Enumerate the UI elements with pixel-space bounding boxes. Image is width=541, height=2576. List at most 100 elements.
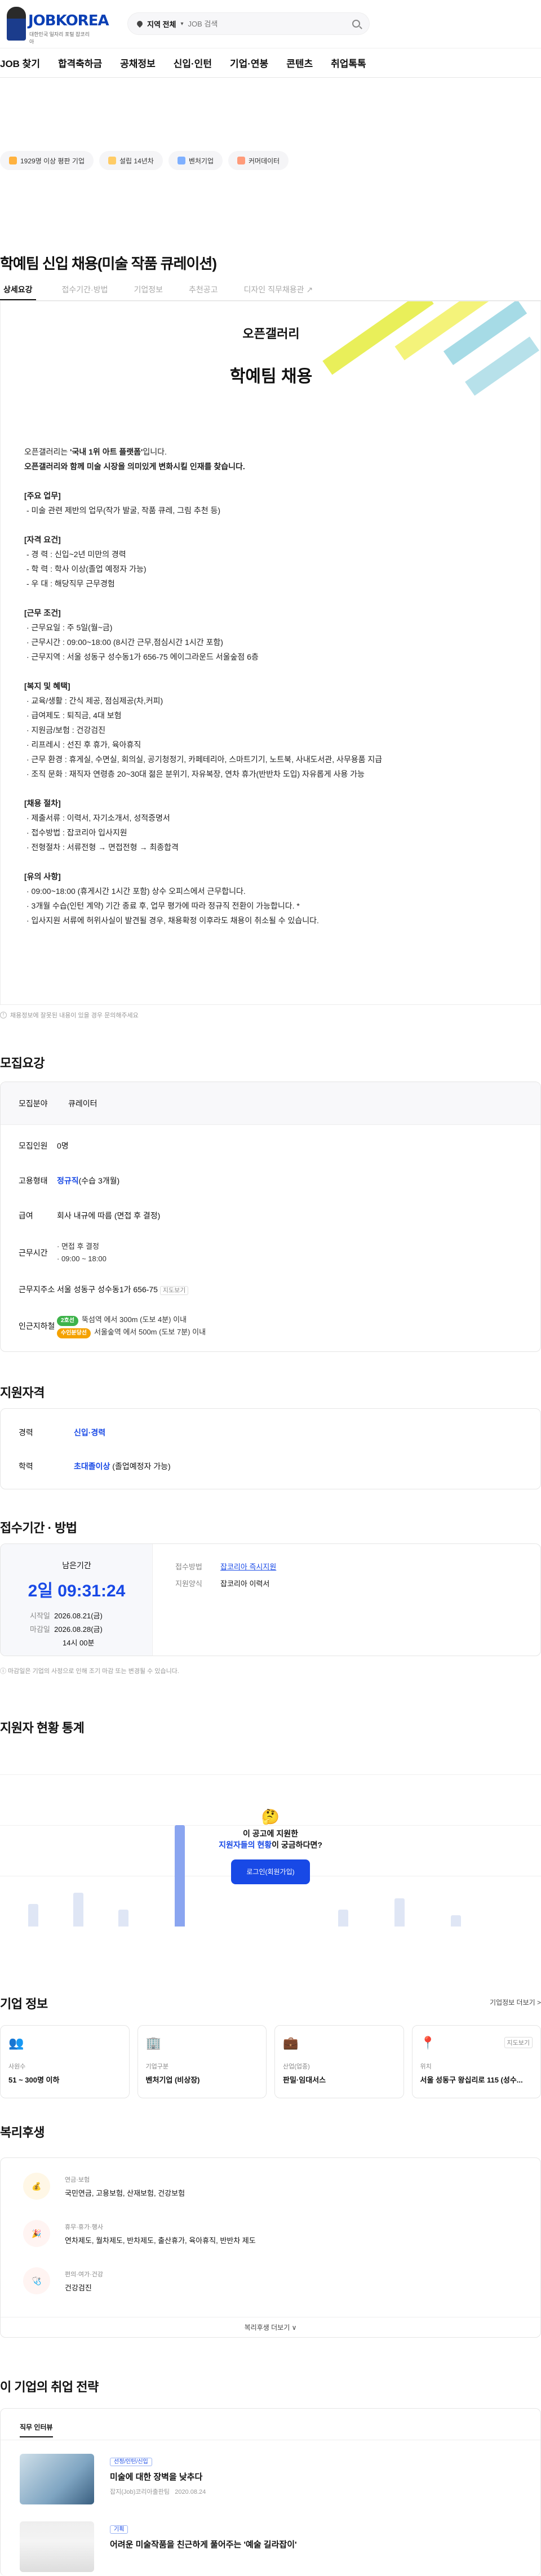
- thinking-face-icon: 🤔: [261, 1808, 280, 1825]
- nav-item-company-salary[interactable]: 기업·연봉: [221, 56, 277, 70]
- map-link[interactable]: 지도보기: [504, 2037, 533, 2048]
- external-link-icon: ↗: [306, 285, 313, 294]
- venture-icon: [177, 157, 185, 164]
- qual-row-exp: 경력 신입·경력: [19, 1428, 106, 1437]
- qual-row-edu: 학력 초대졸이상 (졸업예정자 가능): [19, 1462, 171, 1471]
- search-bar: 지역 전체 ▾: [127, 12, 370, 35]
- nav-item-talk[interactable]: 취업톡톡: [322, 56, 375, 70]
- section-title-stats: 지원자 현황 통계: [0, 1721, 85, 1735]
- job-detail-poster: 오픈갤러리 학예팀 채용 오픈갤러리는 '국내 1위 아트 플랫폼'입니다. 오…: [0, 301, 541, 1005]
- summary-row-pay: 급여 회사 내규에 따름 (면접 후 결정): [19, 1211, 161, 1220]
- data-icon: [237, 157, 245, 164]
- nav-item-congrats-bonus[interactable]: 합격축하금: [49, 56, 111, 70]
- blurred-bar: [118, 1910, 128, 1927]
- logo-person-image: [7, 7, 26, 41]
- blurred-bar: [394, 1898, 405, 1927]
- summary-row-time: 근무시간 · 면접 후 결정 · 09:00 ~ 18:00: [19, 1242, 107, 1263]
- main-nav: JOB 찾기 합격축하금 공채정보 신입·인턴 기업·연봉 콘텐츠 취업톡톡: [0, 48, 541, 78]
- nav-item-job-search[interactable]: JOB 찾기: [0, 56, 49, 70]
- poster-body: 오픈갤러리는 '국내 1위 아트 플랫폼'입니다. 오픈갤러리와 함께 미술 시…: [24, 447, 383, 925]
- info-icon: ⓘ: [0, 1668, 8, 1675]
- summary-row-address: 근무지주소 서울 성동구 성수동1가 656-75 지도보기: [1, 1273, 540, 1306]
- job-title: 학예팀 신입 채용(미술 작품 큐레이션): [0, 255, 217, 272]
- summary-row-count: 모집인원 0명: [19, 1141, 69, 1150]
- region-select[interactable]: 지역 전체: [147, 19, 176, 29]
- blurred-bar: [175, 1825, 185, 1927]
- chip[interactable]: 벤처기업: [168, 151, 223, 170]
- site-logo[interactable]: JOBKOREA 대한민국 일자리 포털 잡코리아: [7, 5, 109, 45]
- countdown-timer: 2일 09:31:24: [28, 1582, 126, 1600]
- search-input[interactable]: [188, 19, 348, 28]
- nav-item-contents[interactable]: 콘텐츠: [277, 56, 322, 70]
- section-title-apply: 접수기간 · 방법: [0, 1521, 77, 1535]
- coin-icon: 💰: [23, 2173, 50, 2200]
- company-card-employees: 👥 사원수 51 ~ 300명 이하: [0, 2025, 130, 2098]
- briefcase-icon: 💼: [283, 2036, 299, 2050]
- blurred-bar: [28, 1904, 38, 1927]
- summary-box: 모집분야 큐레이터 모집인원 0명 고용형태 정규직(수습 3개월) 급여 회사 내규…: [0, 1082, 541, 1352]
- summary-row-subway: 인근지하철 2호선 뚝섬역 에서 300m (도보 4분) 이내 수인분당선 서울숲…: [1, 1306, 540, 1346]
- report-notice[interactable]: ! 채용정보에 잘못된 내용이 있을 경우 문의해주세요: [0, 1011, 139, 1020]
- tab-recommended[interactable]: 추천공고: [189, 281, 218, 300]
- apply-method-link[interactable]: 잡코리아 즉시지원: [220, 1563, 276, 1571]
- company-card-industry: 💼 산업(업종) 판밀·임대서스: [274, 2025, 404, 2098]
- search-icon[interactable]: [352, 20, 360, 28]
- apply-method: 접수방법 잡코리아 즉시지원 지원양식 잡코리아 이력서: [175, 1563, 277, 1588]
- tab-design-jobs[interactable]: 디자인 직무채용관 ↗: [244, 281, 313, 300]
- nav-item-newcomer-intern[interactable]: 신입·인턴: [165, 56, 221, 70]
- party-icon: 🎉: [23, 2220, 50, 2247]
- section-title-strategy: 이 기업의 취업 전략: [0, 2380, 99, 2394]
- tab-job-interview[interactable]: 직무 인터뷰: [20, 2422, 53, 2437]
- chip[interactable]: 1929명 이상 평판 기업: [0, 151, 94, 170]
- applicant-stats-blurred: 🤔 이 공고에 지원한 지원자들의 현황이 궁금하다면? 로그인(회원가입): [0, 1758, 541, 1966]
- tab-detail[interactable]: 상세요강: [0, 281, 36, 300]
- section-title-welfare: 복리후생: [0, 2125, 45, 2139]
- logo-text: JOBKOREA: [28, 12, 109, 29]
- blurred-bar: [73, 1893, 83, 1927]
- poster-heading: 학예팀 채용: [229, 367, 313, 386]
- site-header: JOBKOREA 대한민국 일자리 포털 잡코리아 지역 전체 ▾: [0, 0, 541, 48]
- section-title-summary: 모집요강: [0, 1056, 45, 1070]
- article-thumbnail: [20, 2521, 94, 2572]
- stats-login-prompt: 🤔 이 공고에 지원한 지원자들의 현황이 궁금하다면? 로그인(회원가입): [214, 1808, 327, 1884]
- tab-company-info[interactable]: 기업정보: [134, 281, 163, 300]
- people-icon: 👥: [8, 2036, 24, 2050]
- company-card-type: 🏢 기업구분 벤처기업 (비상장): [137, 2025, 267, 2098]
- company-card-location: 📍 지도보기 위치 서울 성동구 왕십리로 115 (성수...: [411, 2025, 541, 2098]
- summary-row-field: 모집분야 큐레이터: [1, 1082, 540, 1125]
- article-thumbnail: [20, 2454, 94, 2504]
- welfare-more-button[interactable]: 복리후생 더보기 ∨: [1, 2317, 540, 2337]
- health-icon: 🩺: [23, 2267, 50, 2294]
- nav-item-public-recruit[interactable]: 공채정보: [111, 56, 165, 70]
- building-icon: 🏢: [145, 2036, 161, 2050]
- logo-subtitle: 대한민국 일자리 포털 잡코리아: [29, 32, 90, 45]
- apply-box: 남은기간 2일 09:31:24 시작일 2026.08.21(금) 마감일 2…: [0, 1543, 541, 1656]
- apply-countdown: 남은기간 2일 09:31:24 시작일 2026.08.21(금) 마감일 2…: [1, 1544, 153, 1656]
- section-title-qualification: 지원자격: [0, 1386, 45, 1400]
- poster-brand: 오픈갤러리: [242, 327, 300, 341]
- detail-tabs: 상세요강 접수기간·방법 기업정보 추천공고 디자인 직무채용관 ↗: [0, 281, 541, 301]
- trophy-icon: [9, 157, 17, 164]
- company-more-link[interactable]: 기업정보 더보기 >: [490, 1997, 541, 2007]
- welfare-box: 💰 연금·보험 국민연금, 고용보험, 산재보험, 건강보험 🎉 휴무·휴가·행사…: [0, 2157, 541, 2338]
- map-link[interactable]: 지도보기: [159, 1286, 189, 1295]
- tab-apply-method[interactable]: 접수기간·방법: [62, 281, 108, 300]
- chevron-down-icon: ▾: [180, 20, 184, 27]
- apply-notice: ⓘ 마감일은 기업의 사정으로 인해 조기 마감 또는 변경될 수 있습니다.: [0, 1668, 179, 1675]
- section-title-company: 기업 정보: [0, 1997, 48, 2011]
- calendar-icon: [108, 157, 116, 164]
- strategy-article[interactable]: 선정/인턴/신입 미술에 대한 장벽을 낮추다 잡지(Job)코리아출판팀 20…: [20, 2454, 206, 2504]
- chip[interactable]: 설립 14년차: [99, 151, 163, 170]
- blurred-bar: [338, 1910, 348, 1927]
- strategy-box: 직무 인터뷰 선정/인턴/신입 미술에 대한 장벽을 낮추다 잡지(Job)코리…: [0, 2408, 541, 2576]
- company-tag-chips: 1929명 이상 평판 기업 설립 14년차 벤처기업 커머데이터: [0, 151, 289, 170]
- login-button[interactable]: 로그인(회원가입): [231, 1859, 310, 1884]
- welfare-item: 💰 연금·보험 국민연금, 고용보험, 산재보험, 건강보험: [23, 2173, 185, 2200]
- chip[interactable]: 커머데이터: [228, 151, 289, 170]
- welfare-item: 🎉 휴무·휴가·행사 연차제도, 월차제도, 반차제도, 출산휴가, 육아휴직, …: [23, 2220, 256, 2247]
- blurred-bar: [451, 1915, 461, 1927]
- location-pin-icon: [135, 19, 144, 28]
- strategy-article[interactable]: 기획 어려운 미술작품을 친근하게 풀어주는 '예술 길라잡이': [20, 2521, 297, 2572]
- company-cards: 👥 사원수 51 ~ 300명 이하 🏢 기업구분 벤처기업 (비상장) 💼 산…: [0, 2025, 541, 2098]
- qualification-box: 경력 신입·경력 학력 초대졸이상 (졸업예정자 가능): [0, 1408, 541, 1489]
